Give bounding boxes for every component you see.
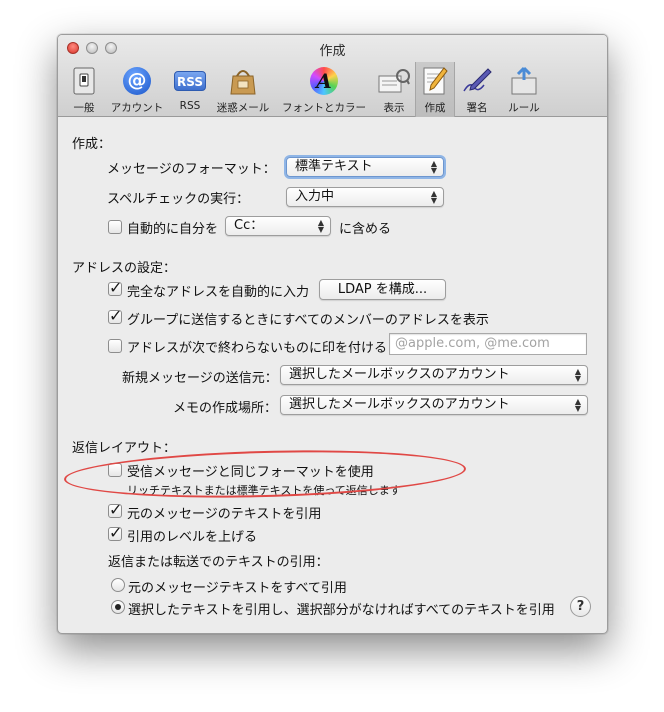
cc-value: Cc： — [234, 218, 264, 233]
toolbar-label: アカウント — [110, 102, 164, 114]
help-button[interactable]: ? — [570, 596, 591, 617]
group-addresses-checkbox[interactable] — [108, 306, 122, 325]
switch-icon — [68, 66, 100, 96]
toolbar-label: フォントとカラー — [282, 102, 366, 114]
popup-arrows-icon: ▲ ▼ — [430, 159, 437, 175]
popup-arrows-icon: ▲ ▼ — [317, 218, 324, 234]
rules-icon — [508, 66, 540, 96]
message-format-popup[interactable]: 標準テキスト ▲ ▼ — [286, 157, 444, 177]
domain-field[interactable]: @apple.com, @me.com — [389, 333, 587, 355]
toolbar-label: 署名 — [466, 102, 488, 114]
send-from-popup[interactable]: 選択したメールボックスのアカウント ▲ ▼ — [280, 365, 588, 385]
toolbar-label: RSS — [179, 100, 201, 112]
notes-location-label: メモの作成場所： — [173, 401, 278, 416]
toolbar-item-accounts[interactable]: @ アカウント — [106, 62, 168, 117]
send-from-value: 選択したメールボックスのアカウント — [289, 367, 510, 382]
send-from-label: 新規メッセージの送信元： — [122, 371, 278, 386]
toolbar-label: 一般 — [73, 102, 95, 114]
toolbar-label: 作成 — [424, 102, 446, 114]
mark-addresses-checkbox[interactable] — [108, 339, 122, 353]
cc-popup[interactable]: Cc： ▲ ▼ — [225, 216, 331, 236]
junk-bag-icon — [227, 66, 259, 96]
message-format-value: 標準テキスト — [295, 159, 373, 174]
popup-arrows-icon: ▲ ▼ — [574, 397, 581, 413]
auto-self-label: 自動的に自分を — [127, 222, 219, 237]
toolbar-label: 表示 — [383, 102, 405, 114]
spell-check-popup[interactable]: 入力中 ▲ ▼ — [286, 187, 444, 207]
toolbar-item-fonts-colors[interactable]: A フォントとカラー — [276, 62, 372, 117]
group-addresses-label: グループに送信するときにすべてのメンバーのアドレスを表示 — [127, 313, 489, 328]
quote-all-label: 元のメッセージテキストをすべて引用 — [128, 581, 347, 596]
configure-ldap-button[interactable]: LDAP を構成... — [319, 279, 446, 300]
notes-location-popup[interactable]: 選択したメールボックスのアカウント ▲ ▼ — [280, 395, 588, 415]
quote-selected-label: 選択したテキストを引用し、選択部分がなければすべてのテキストを引用 — [128, 603, 555, 618]
toolbar-label: ルール — [508, 102, 540, 114]
reply-heading: 返信レイアウト： — [72, 441, 177, 456]
increase-quote-level-label: 引用のレベルを上げる — [127, 530, 258, 545]
toolbar-item-junk-mail[interactable]: 迷惑メール — [212, 62, 274, 117]
quoting-heading: 返信または転送でのテキストの引用： — [108, 555, 329, 570]
toolbar-item-rules[interactable]: ルール — [499, 62, 549, 117]
message-format-label: メッセージのフォーマット： — [107, 162, 276, 177]
mark-addresses-label: アドレスが次で終わらないものに印を付ける — [127, 341, 388, 356]
toolbar-label: 迷惑メール — [216, 102, 270, 114]
fonts-colors-icon: A — [308, 66, 340, 96]
address-heading: アドレスの設定： — [72, 261, 177, 276]
toolbar-item-composing[interactable]: 作成 — [415, 62, 455, 117]
preferences-window: 作成 一般 @ アカウント RSS RSS 迷惑メール A フォントとカラー 表… — [57, 34, 608, 634]
viewing-icon — [378, 66, 410, 96]
quote-all-radio[interactable] — [111, 578, 125, 592]
compose-heading: 作成： — [72, 137, 112, 152]
toolbar-item-viewing[interactable]: 表示 — [374, 62, 414, 117]
popup-arrows-icon: ▲ ▼ — [430, 189, 437, 205]
signature-pen-icon — [461, 66, 493, 96]
autocomplete-label: 完全なアドレスを自動的に入力 — [127, 285, 310, 300]
quote-text-checkbox[interactable] — [108, 500, 122, 519]
spell-check-label: スペルチェックの実行： — [107, 192, 250, 207]
quote-text-label: 元のメッセージのテキストを引用 — [127, 507, 322, 522]
popup-arrows-icon: ▲ ▼ — [574, 367, 581, 383]
pencil-paper-icon — [419, 66, 451, 96]
toolbar-item-general[interactable]: 一般 — [62, 62, 106, 117]
window-title: 作成 — [319, 44, 346, 59]
toolbar: 作成 一般 @ アカウント RSS RSS 迷惑メール A フォントとカラー 表… — [58, 35, 607, 117]
preferences-content: 作成： メッセージのフォーマット： 標準テキスト ▲ ▼ スペルチェックの実行： … — [58, 117, 607, 633]
at-sign-icon: @ — [121, 66, 153, 96]
increase-quote-level-checkbox[interactable] — [108, 523, 122, 542]
autocomplete-checkbox[interactable] — [108, 278, 122, 297]
auto-self-checkbox[interactable] — [108, 220, 122, 234]
notes-location-value: 選択したメールボックスのアカウント — [289, 397, 510, 412]
rss-icon: RSS — [174, 66, 206, 96]
toolbar-item-signatures[interactable]: 署名 — [457, 62, 497, 117]
toolbar-item-rss[interactable]: RSS RSS — [170, 62, 210, 117]
quote-selected-radio[interactable] — [111, 600, 125, 614]
include-label: に含める — [339, 222, 392, 237]
spell-check-value: 入力中 — [295, 189, 335, 204]
